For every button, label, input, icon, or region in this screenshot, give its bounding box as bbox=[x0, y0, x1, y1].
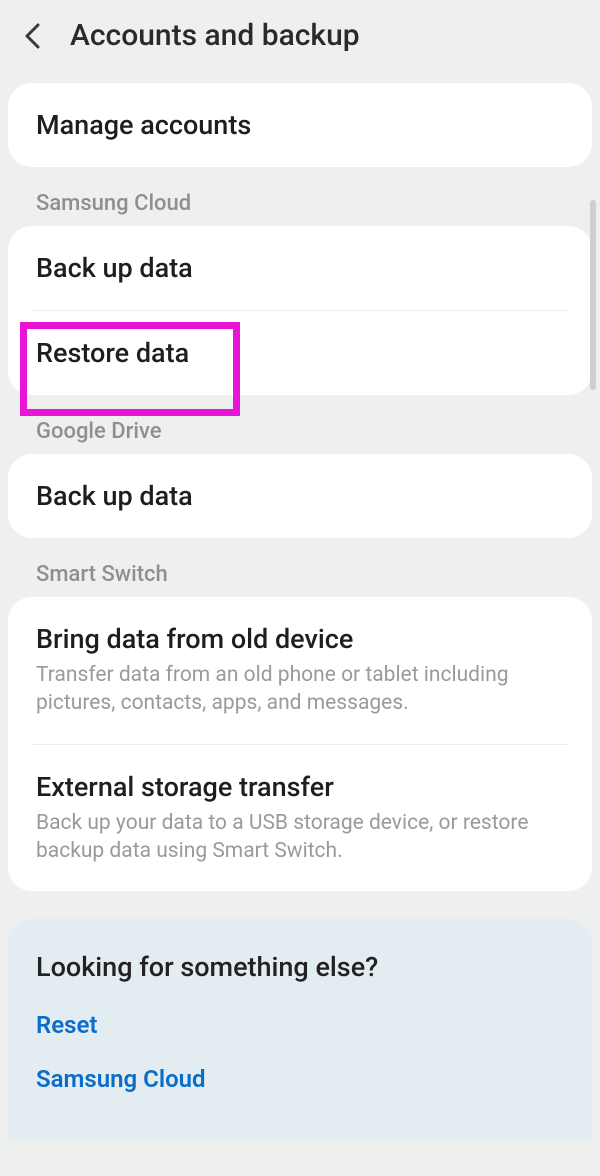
samsung-cloud-card: Back up data Restore data bbox=[8, 226, 592, 395]
external-storage-row[interactable]: External storage transfer Back up your d… bbox=[8, 745, 592, 892]
bring-data-sub: Transfer data from an old phone or table… bbox=[36, 661, 564, 718]
section-smart-switch: Smart Switch bbox=[8, 556, 592, 597]
bring-data-title: Bring data from old device bbox=[36, 623, 564, 655]
restore-data-label: Restore data bbox=[36, 337, 564, 369]
samsung-cloud-link[interactable]: Samsung Cloud bbox=[36, 1065, 564, 1093]
bring-data-row[interactable]: Bring data from old device Transfer data… bbox=[8, 597, 592, 744]
footer-title: Looking for something else? bbox=[36, 951, 564, 983]
section-google-drive: Google Drive bbox=[8, 413, 592, 454]
manage-accounts-card: Manage accounts bbox=[8, 83, 592, 167]
scrollbar[interactable] bbox=[590, 200, 596, 390]
smart-switch-card: Bring data from old device Transfer data… bbox=[8, 597, 592, 891]
backup-data-google-label: Back up data bbox=[36, 480, 564, 512]
google-drive-card: Back up data bbox=[8, 454, 592, 538]
restore-data-row[interactable]: Restore data bbox=[8, 311, 592, 395]
manage-accounts-row[interactable]: Manage accounts bbox=[8, 83, 592, 167]
backup-data-google-row[interactable]: Back up data bbox=[8, 454, 592, 538]
backup-data-samsung-label: Back up data bbox=[36, 252, 564, 284]
backup-data-samsung-row[interactable]: Back up data bbox=[8, 226, 592, 310]
manage-accounts-label: Manage accounts bbox=[36, 109, 564, 141]
header: Accounts and backup bbox=[8, 0, 592, 83]
back-icon[interactable] bbox=[20, 23, 46, 49]
page-title: Accounts and backup bbox=[70, 18, 360, 53]
reset-link[interactable]: Reset bbox=[36, 1011, 564, 1039]
footer-card: Looking for something else? Reset Samsun… bbox=[8, 919, 592, 1139]
external-storage-sub: Back up your data to a USB storage devic… bbox=[36, 809, 564, 866]
section-samsung-cloud: Samsung Cloud bbox=[8, 185, 592, 226]
external-storage-title: External storage transfer bbox=[36, 771, 564, 803]
